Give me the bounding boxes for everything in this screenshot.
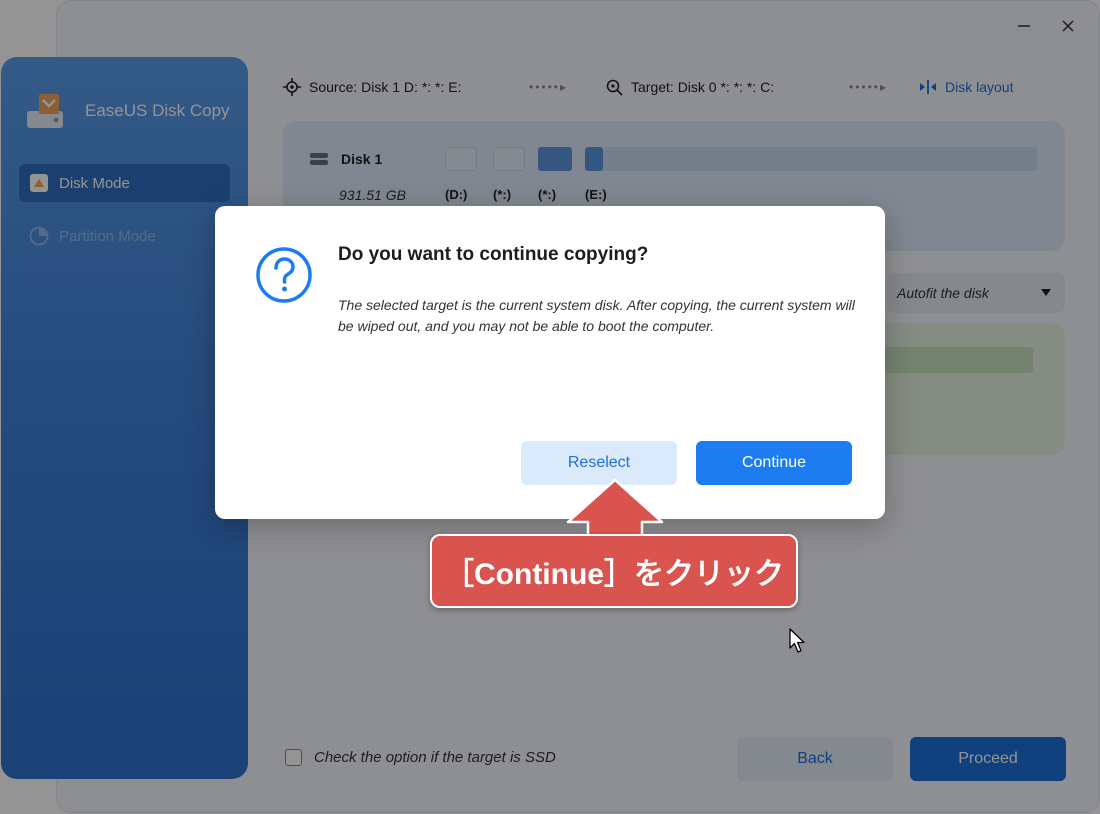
proceed-button[interactable]: Proceed [910, 737, 1066, 781]
sidebar-item-label: Partition Mode [59, 227, 156, 245]
callout-arrow-icon [566, 478, 664, 538]
ssd-option-label: Check the option if the target is SSD [314, 749, 556, 766]
instruction-callout: ［Continue］をクリック [430, 534, 798, 608]
target-info: Target: Disk 0 *: *: *: C: [605, 78, 774, 96]
partition-label: (E:) [585, 187, 607, 202]
source-disk-name: Disk 1 [309, 151, 382, 167]
crosshair-icon [283, 78, 301, 96]
sidebar-item-label: Disk Mode [59, 174, 130, 192]
disk-icon [30, 174, 48, 192]
disk-name-text: Disk 1 [341, 151, 383, 167]
mouse-pointer-icon [789, 628, 805, 653]
ssd-option[interactable]: Check the option if the target is SSD [285, 749, 556, 766]
app-title: EaseUS Disk Copy [85, 101, 230, 120]
autofit-label: Autofit the disk [897, 285, 989, 301]
close-icon[interactable] [1059, 17, 1077, 35]
confirm-dialog: Do you want to continue copying? The sel… [215, 206, 885, 519]
continue-button[interactable]: Continue [696, 441, 852, 485]
sidebar-item-partition-mode[interactable]: Partition Mode [19, 217, 230, 255]
disk-layout-button[interactable]: Disk layout [919, 79, 1013, 95]
ssd-checkbox[interactable] [285, 749, 302, 766]
pie-chart-icon [29, 226, 49, 246]
source-info: Source: Disk 1 D: *: *: E: [283, 78, 462, 96]
dialog-title: Do you want to continue copying? [338, 244, 649, 265]
copy-path-bar: Source: Disk 1 D: *: *: E: •••••▸ Target… [283, 73, 1043, 101]
partition-bar-3[interactable] [538, 147, 572, 171]
app-logo-icon [27, 94, 63, 128]
sidebar-item-disk-mode[interactable]: Disk Mode [19, 164, 230, 202]
source-arrow-dots: •••••▸ [529, 80, 569, 94]
minimize-icon[interactable] [1015, 17, 1033, 35]
partition-bar-e[interactable] [585, 147, 603, 171]
partition-bar-e-free[interactable] [603, 147, 1037, 171]
partition-label: (D:) [445, 187, 468, 202]
partition-label: (*:) [493, 187, 512, 202]
disk-layout-label: Disk layout [945, 79, 1014, 95]
sidebar: EaseUS Disk Copy Disk Mode Partition Mod… [1, 57, 248, 779]
partition-label: (*:) [538, 187, 557, 202]
source-disk-size: 931.51 GB [339, 187, 406, 203]
hard-drive-icon [310, 153, 328, 165]
partition-bar-2[interactable] [493, 147, 525, 171]
split-arrows-icon [920, 80, 936, 94]
target-arrow-dots: •••••▸ [849, 80, 889, 94]
partition-bar-d[interactable] [445, 147, 477, 171]
window-controls [1015, 17, 1077, 35]
callout-text: ［Continue］をクリック [444, 558, 784, 591]
target-label: Target: Disk 0 *: *: *: C: [631, 79, 775, 95]
source-label: Source: Disk 1 D: *: *: E: [309, 79, 462, 95]
caret-down-icon [1041, 289, 1051, 296]
question-icon [256, 247, 312, 303]
dialog-message: The selected target is the current syste… [338, 297, 855, 334]
app-logo: EaseUS Disk Copy [25, 91, 230, 131]
back-button[interactable]: Back [737, 737, 893, 781]
target-partition-bar [883, 347, 1033, 373]
autofit-dropdown[interactable]: Autofit the disk [887, 273, 1065, 313]
target-search-icon [606, 79, 623, 96]
